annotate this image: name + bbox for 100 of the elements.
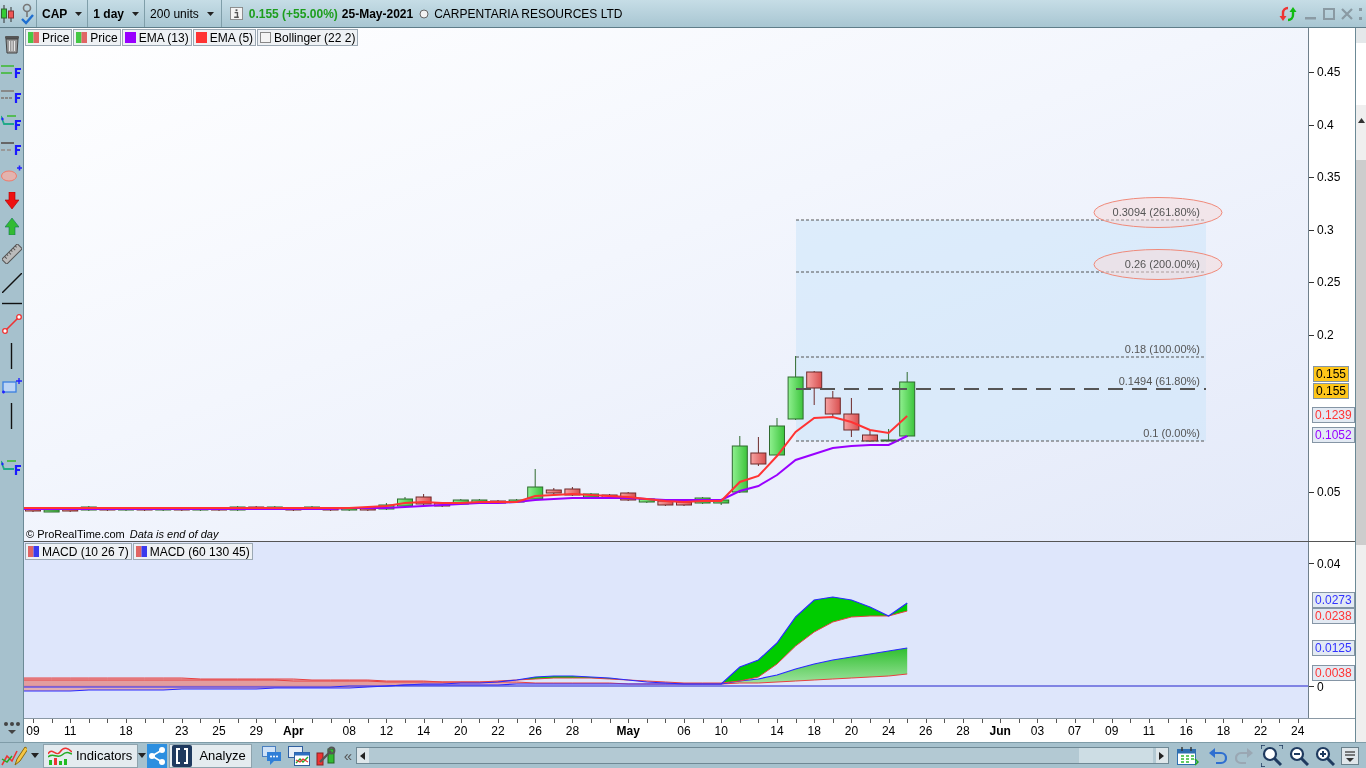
symbol-dropdown[interactable]: CAP <box>36 0 88 27</box>
date-label: 10 <box>714 724 728 738</box>
legend-item[interactable]: Price <box>73 29 121 46</box>
vertical-scrollbar[interactable] <box>1355 28 1366 742</box>
date-label: 18 <box>1216 724 1231 738</box>
axis-tick-label: 0.35 <box>1317 171 1341 183</box>
horizontal-scrollbar[interactable] <box>355 747 1169 764</box>
date-label: 29 <box>249 724 263 738</box>
horizontal-line-icon[interactable] <box>1 302 22 305</box>
legend-item[interactable]: EMA (13) <box>121 29 192 46</box>
segment-icon[interactable] <box>1 314 22 334</box>
date-label: 24 <box>881 724 896 738</box>
legend-item[interactable]: MACD (10 26 7) <box>25 543 132 560</box>
scroll-up-icon[interactable] <box>1357 117 1365 123</box>
candlestick <box>806 370 823 406</box>
candlestick <box>824 390 841 419</box>
caret-icon[interactable] <box>31 753 39 758</box>
candlestick <box>657 499 674 507</box>
scroll-thumb[interactable] <box>1356 160 1366 545</box>
copyright-text: © ProRealTime.com <box>26 528 125 540</box>
instrument-name: CARPENTARIA RESOURCES LTD <box>434 6 623 21</box>
scroll-left-icon[interactable] <box>360 751 366 760</box>
analyze-button[interactable]: Analyze <box>169 743 252 768</box>
period-dropdown[interactable]: 1 day <box>87 0 145 27</box>
chat-icon[interactable] <box>261 745 282 766</box>
refresh-icon[interactable] <box>1279 4 1297 23</box>
stepped-line-f-icon[interactable] <box>1 113 22 131</box>
fib-level-label: 0.1494 (61.80%) <box>1118 375 1200 387</box>
info-icon[interactable] <box>229 7 243 20</box>
date-label: 22 <box>1253 724 1268 738</box>
price-change: 0.155 (+55.00%) <box>248 6 338 21</box>
caret-icon <box>206 11 214 16</box>
dashed-lines-f-icon[interactable] <box>1 140 22 156</box>
legend-item[interactable]: Bollinger (22 2) <box>257 29 359 46</box>
price-badge: 0.155 <box>1313 366 1350 382</box>
collapse-button[interactable]: « <box>341 743 354 768</box>
date-label: 07 <box>1067 724 1082 738</box>
legend-item[interactable]: Price <box>25 29 73 46</box>
candlestick-icon[interactable] <box>1 3 14 24</box>
stepped-line-f-icon[interactable] <box>1 458 22 476</box>
date-label: 26 <box>528 724 542 738</box>
candlestick <box>787 355 804 421</box>
date-label: 09 <box>26 724 40 738</box>
candlestick <box>862 429 878 443</box>
lines-f-icon[interactable] <box>1 88 22 104</box>
date-label: 22 <box>491 724 505 738</box>
indicator-chart-icon <box>48 745 72 766</box>
grip-icon[interactable] <box>1359 7 1362 20</box>
more-icon[interactable] <box>2 720 21 736</box>
axis-tick-label: 0 <box>1317 681 1324 693</box>
tools-icon[interactable] <box>315 745 336 766</box>
caret-icon <box>75 11 83 16</box>
undo-icon[interactable] <box>1208 746 1227 765</box>
candlestick <box>769 417 785 457</box>
lines-f-icon[interactable] <box>1 63 22 79</box>
menu-dropdown-icon[interactable] <box>1340 746 1359 765</box>
ellipse-icon[interactable] <box>1 165 22 183</box>
candlestick <box>843 397 860 438</box>
date-label: 11 <box>1142 724 1156 738</box>
zoom-out-icon[interactable] <box>1288 745 1309 766</box>
caret-icon[interactable] <box>138 753 147 758</box>
legend-item[interactable]: EMA (5) <box>192 29 257 46</box>
candlestick <box>43 507 60 513</box>
swatch-icon <box>76 32 88 43</box>
date-label: 20 <box>844 724 859 738</box>
zoom-in-icon[interactable] <box>1314 745 1335 766</box>
date-label: Jun <box>989 724 1011 738</box>
candlestick <box>899 371 916 438</box>
indicators-button[interactable]: Indicators <box>43 743 139 768</box>
diagonal-line-icon[interactable] <box>1 273 22 293</box>
rectangle-icon[interactable] <box>1 378 22 394</box>
trash-icon[interactable] <box>3 35 20 54</box>
units-dropdown[interactable]: 200 units <box>144 0 222 27</box>
down-arrow-icon[interactable] <box>4 192 19 209</box>
legend-item[interactable]: MACD (60 130 45) <box>132 543 253 560</box>
axis-tick-label: 0.3 <box>1317 223 1334 236</box>
date-label: 28 <box>956 724 970 738</box>
date-label: 06 <box>677 724 691 738</box>
person-check-icon[interactable] <box>20 2 34 25</box>
date-label: 20 <box>454 724 468 738</box>
candlestick <box>378 502 395 511</box>
candlestick <box>713 498 730 506</box>
candlestick <box>583 492 599 499</box>
date-label: 23 <box>175 724 189 738</box>
date-label: 25 <box>212 724 226 738</box>
candlestick <box>750 436 767 467</box>
vertical-line-icon[interactable] <box>10 403 13 429</box>
scroll-thumb[interactable] <box>1078 748 1153 763</box>
value-badge: 0.0038 <box>1312 665 1355 681</box>
zoom-fit-icon[interactable] <box>1260 744 1283 767</box>
date-label: 08 <box>342 724 356 738</box>
axis-tick-label: 0.2 <box>1317 328 1334 341</box>
fib-level-label: 0.1 (0.00%) <box>1143 427 1200 439</box>
date-label: 26 <box>919 724 933 738</box>
scroll-right-icon[interactable] <box>1159 751 1165 760</box>
calendar-icon[interactable] <box>1176 745 1199 766</box>
candlestick <box>564 486 581 497</box>
vertical-line-icon[interactable] <box>10 343 13 369</box>
windows-chart-icon[interactable] <box>287 745 310 766</box>
swatch-icon <box>28 32 39 43</box>
